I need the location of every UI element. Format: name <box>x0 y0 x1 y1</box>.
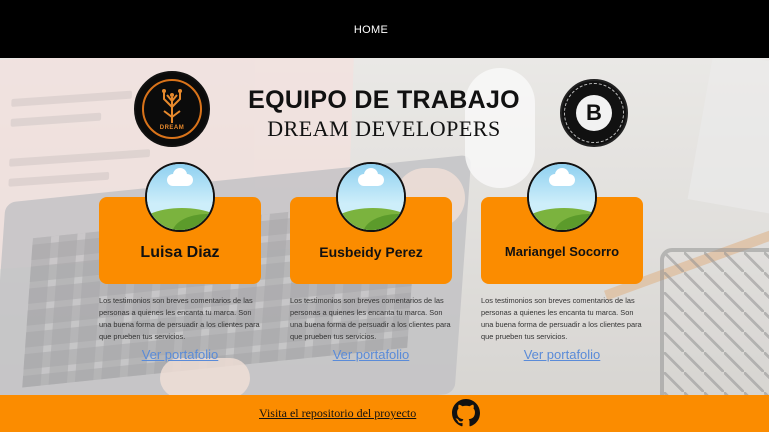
footer-bar: Visita el repositorio del proyecto <box>0 395 769 432</box>
member-name: Eusbeidy Perez <box>319 244 423 260</box>
page-title: EQUIPO DE TRABAJO <box>248 86 520 114</box>
portfolio-link[interactable]: Ver portafolio <box>290 347 452 362</box>
logo-right-letter: B <box>586 100 602 125</box>
portfolio-link[interactable]: Ver portafolio <box>99 347 261 362</box>
logo-left-text: DREAM <box>159 125 185 131</box>
member-description: Los testimonios son breves comentarios d… <box>99 296 260 341</box>
member-description: Los testimonios son breves comentarios d… <box>481 296 642 341</box>
github-icon[interactable] <box>452 399 480 427</box>
page-subtitle: DREAM DEVELOPERS <box>267 116 501 141</box>
member-name: Luisa Diaz <box>140 244 220 261</box>
top-nav-bar: HOME <box>0 0 769 58</box>
tree-circuit-icon <box>162 89 182 123</box>
nav-home-link[interactable]: HOME <box>342 24 400 36</box>
dream-developers-logo: DREAM <box>134 71 210 147</box>
member-name: Mariangel Socorro <box>504 244 620 259</box>
portfolio-link[interactable]: Ver portafolio <box>481 347 643 362</box>
institute-logo: B <box>560 79 628 147</box>
repository-link[interactable]: Visita el repositorio del proyecto <box>259 406 444 421</box>
avatar-image-icon <box>336 162 406 232</box>
avatar-image-icon <box>527 162 597 232</box>
member-description: Los testimonios son breves comentarios d… <box>290 296 451 341</box>
avatar-image-icon <box>145 162 215 232</box>
